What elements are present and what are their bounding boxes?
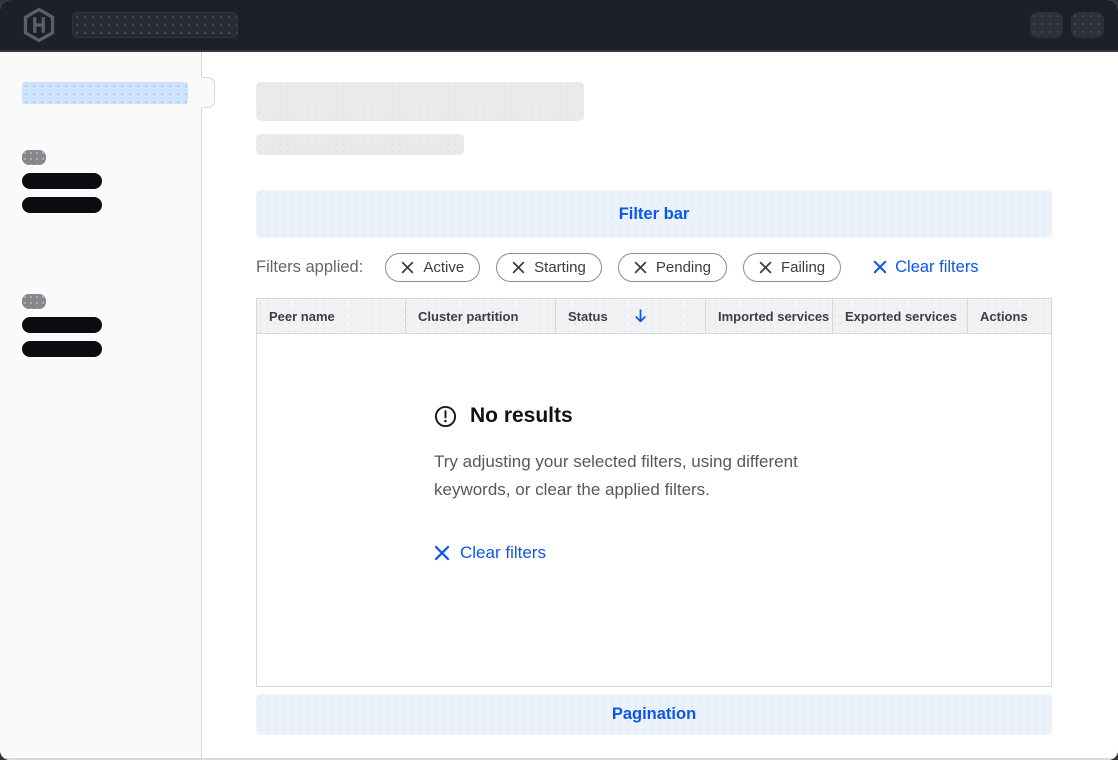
navbar-action-skeleton-2[interactable] [1071, 12, 1104, 38]
pagination-placeholder[interactable]: Pagination [256, 694, 1052, 735]
filter-bar-label: Filter bar [619, 205, 690, 224]
sidebar-item-skeleton-1[interactable] [22, 173, 102, 189]
close-icon [434, 545, 450, 561]
empty-state-title: No results [470, 404, 573, 428]
empty-state: No results Try adjusting your selected f… [434, 334, 874, 566]
column-label: Imported services [718, 309, 829, 324]
column-label: Status [568, 309, 608, 324]
column-label: Peer name [269, 309, 335, 324]
clear-filters-link[interactable]: Clear filters [873, 258, 978, 277]
main-content: Filter bar Filters applied: Active Start… [202, 52, 1118, 758]
close-icon[interactable] [401, 261, 414, 274]
close-icon[interactable] [759, 261, 772, 274]
filter-pill-pending[interactable]: Pending [618, 253, 727, 282]
empty-state-description: Try adjusting your selected filters, usi… [434, 448, 866, 503]
sidebar-collapse-handle[interactable] [201, 77, 215, 108]
empty-clear-label: Clear filters [460, 543, 546, 563]
navbar-action-skeleton-1[interactable] [1030, 12, 1063, 38]
sidebar-active-item-skeleton[interactable] [22, 82, 188, 104]
sort-descending-icon[interactable] [634, 309, 647, 323]
filter-pill-active[interactable]: Active [385, 253, 480, 282]
close-icon [873, 260, 887, 274]
close-icon[interactable] [634, 261, 647, 274]
column-header-status[interactable]: Status [556, 299, 706, 333]
sidebar-section-label-skeleton-2 [22, 294, 46, 309]
filter-bar-placeholder[interactable]: Filter bar [256, 190, 1052, 238]
table-header-row: Peer name Cluster partition Status [257, 299, 1051, 334]
column-label: Exported services [845, 309, 957, 324]
close-icon[interactable] [512, 261, 525, 274]
filters-applied-row: Filters applied: Active Starting Pend [256, 252, 1052, 282]
filter-pill-label: Active [423, 259, 464, 276]
column-header-peer-name[interactable]: Peer name [257, 299, 406, 333]
peers-table: Peer name Cluster partition Status [256, 298, 1052, 687]
sidebar-item-skeleton-4[interactable] [22, 341, 102, 357]
global-search-skeleton[interactable] [72, 12, 238, 38]
page-subtitle-skeleton [256, 134, 464, 155]
filter-pill-label: Failing [781, 259, 825, 276]
empty-state-clear-filters-link[interactable]: Clear filters [434, 543, 546, 563]
sidebar-item-skeleton-3[interactable] [22, 317, 102, 333]
filters-applied-label: Filters applied: [256, 258, 363, 277]
sidebar [0, 52, 202, 758]
pagination-label: Pagination [612, 705, 696, 724]
hashicorp-logo-icon[interactable] [22, 7, 56, 43]
filter-pill-failing[interactable]: Failing [743, 253, 841, 282]
top-navbar [0, 0, 1118, 52]
column-header-imported-services[interactable]: Imported services [706, 299, 833, 333]
column-label: Cluster partition [418, 309, 518, 324]
alert-circle-icon [434, 405, 457, 428]
filter-pill-label: Pending [656, 259, 711, 276]
clear-filters-label: Clear filters [895, 258, 978, 277]
filter-pill-label: Starting [534, 259, 586, 276]
app-window: Filter bar Filters applied: Active Start… [0, 0, 1118, 760]
column-label: Actions [980, 309, 1028, 324]
column-header-actions: Actions [968, 299, 1051, 333]
filter-pill-starting[interactable]: Starting [496, 253, 602, 282]
sidebar-section-label-skeleton-1 [22, 150, 46, 165]
table-body: No results Try adjusting your selected f… [257, 334, 1051, 686]
page-title-skeleton [256, 82, 584, 121]
filter-pill-group: Active Starting Pending Failing [385, 253, 841, 282]
column-header-cluster-partition[interactable]: Cluster partition [406, 299, 556, 333]
sidebar-item-skeleton-2[interactable] [22, 197, 102, 213]
column-header-exported-services[interactable]: Exported services [833, 299, 968, 333]
